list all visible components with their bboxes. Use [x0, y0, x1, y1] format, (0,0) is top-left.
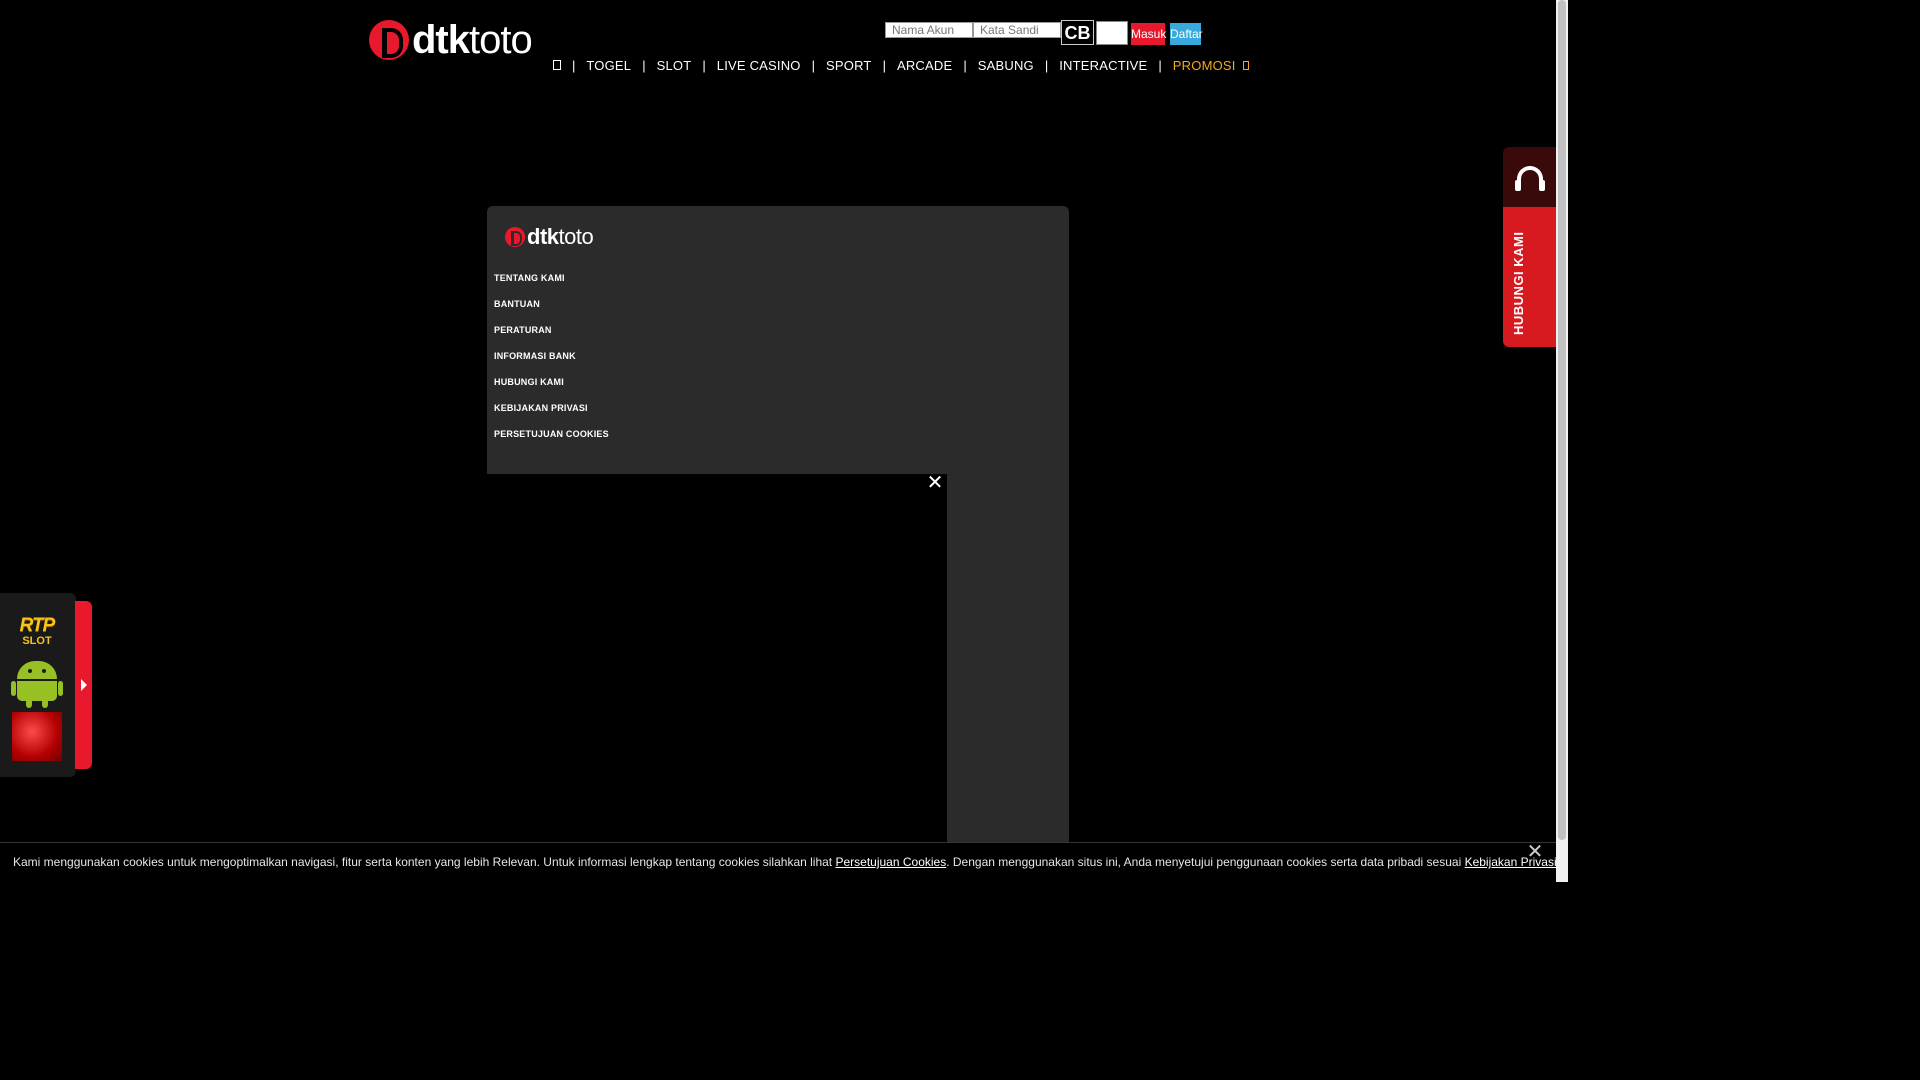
nav-item-interactive[interactable]: INTERACTIVE: [1059, 58, 1147, 73]
contact-widget[interactable]: HUBUNGI KAMI: [1503, 147, 1556, 347]
login-form: [885, 22, 1061, 38]
close-icon[interactable]: ✕: [1526, 842, 1544, 862]
footer-link-bantuan[interactable]: BANTUAN: [494, 297, 609, 323]
promo-banner-image[interactable]: [12, 712, 62, 761]
footer-link-informasi-bank[interactable]: INFORMASI BANK: [494, 349, 609, 375]
main-nav: | TOGEL | SLOT | LIVE CASINO | SPORT | A…: [553, 57, 1249, 73]
password-input[interactable]: [973, 22, 1061, 38]
scrollbar-thumb[interactable]: [1558, 0, 1566, 840]
close-icon[interactable]: ✕: [926, 473, 944, 493]
footer-menu: TENTANG KAMI BANTUAN PERATURAN INFORMASI…: [494, 271, 609, 453]
nav-item-promosi[interactable]: PROMOSI: [1173, 58, 1236, 73]
page-scrollbar[interactable]: [1556, 0, 1568, 882]
cookie-policy-link[interactable]: Persetujuan Cookies: [835, 855, 946, 869]
logo-text: dtktoto: [412, 18, 533, 62]
username-input[interactable]: [885, 22, 973, 38]
rtp-slot-link[interactable]: RTP SLOT: [13, 616, 61, 650]
footer-link-peraturan[interactable]: PERATURAN: [494, 323, 609, 349]
logo-mark-icon: [369, 20, 409, 60]
captcha-image: CB: [1061, 20, 1094, 45]
nav-item-arcade[interactable]: ARCADE: [897, 58, 952, 73]
cookie-text: Kami menggunakan cookies untuk mengoptim…: [13, 855, 1560, 869]
register-button[interactable]: Daftar: [1170, 23, 1203, 45]
nav-item-sport[interactable]: SPORT: [826, 58, 872, 73]
captcha-input[interactable]: [1096, 21, 1128, 45]
footer-link-tentang-kami[interactable]: TENTANG KAMI: [494, 271, 609, 297]
site-logo[interactable]: dtktoto: [369, 18, 533, 62]
home-icon[interactable]: [553, 60, 561, 70]
android-icon[interactable]: [11, 661, 63, 708]
logo-mark-icon: [505, 227, 525, 247]
login-button[interactable]: Masuk: [1131, 23, 1166, 45]
nav-item-togel[interactable]: TOGEL: [586, 58, 631, 73]
contact-label: HUBUNGI KAMI: [1511, 231, 1526, 336]
nav-item-live-casino[interactable]: LIVE CASINO: [717, 58, 801, 73]
nav-item-sabung[interactable]: SABUNG: [978, 58, 1034, 73]
side-widget-toggle[interactable]: [75, 601, 92, 769]
headset-icon: [1514, 166, 1545, 191]
nav-item-slot[interactable]: SLOT: [657, 58, 692, 73]
video-popup[interactable]: [487, 474, 947, 882]
footer-link-persetujuan-cookies[interactable]: PERSETUJUAN COOKIES: [494, 427, 609, 453]
promo-icon: [1242, 60, 1249, 70]
footer-link-kebijakan-privasi[interactable]: KEBIJAKAN PRIVASI: [494, 401, 609, 427]
footer-link-hubungi-kami[interactable]: HUBUNGI KAMI: [494, 375, 609, 401]
panel-logo: dtktoto: [505, 224, 594, 250]
arrow-right-icon: [80, 679, 87, 691]
